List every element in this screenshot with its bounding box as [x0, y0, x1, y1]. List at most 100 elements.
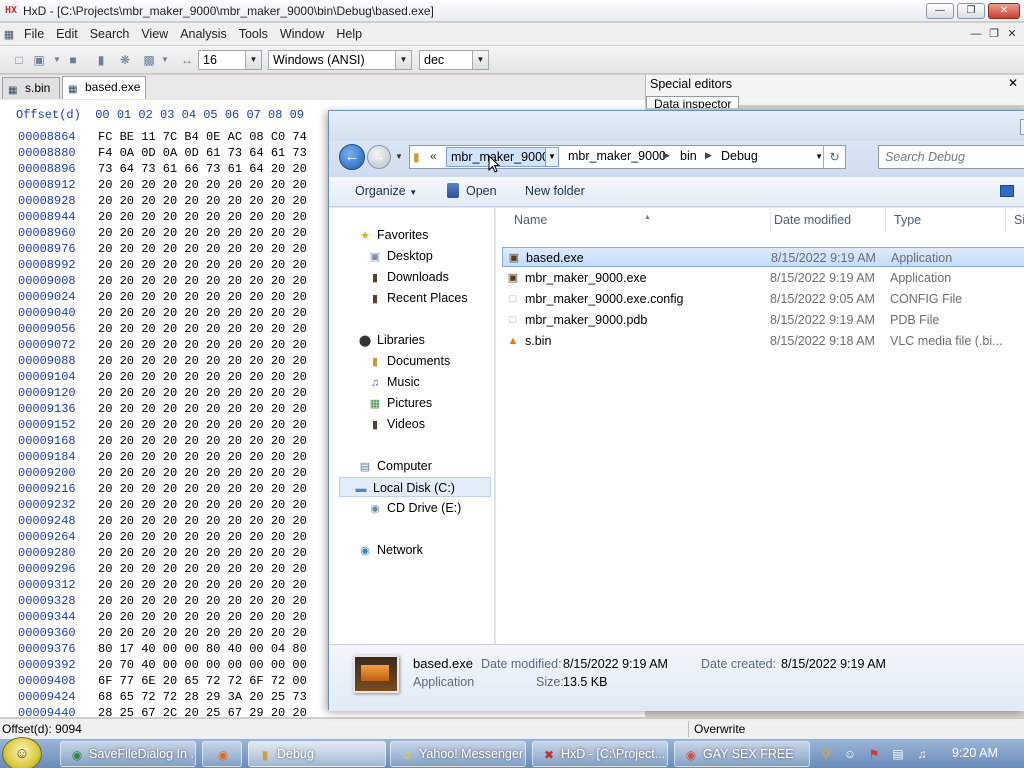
hex-row[interactable]: 00009376 80 17 40 00 00 80 40 00 04 80: [18, 641, 307, 657]
forward-arrow-icon[interactable]: →: [367, 145, 391, 169]
hex-row-bytes[interactable]: 20 20 20 20 20 20 20 20 20 20: [98, 226, 307, 240]
hex-row[interactable]: 00009088 20 20 20 20 20 20 20 20 20 20: [18, 353, 307, 369]
tray-chat-icon[interactable]: ☺: [842, 746, 858, 762]
hex-row-bytes[interactable]: 6F 77 6E 20 65 72 72 6F 72 00: [98, 674, 307, 688]
hex-row[interactable]: 00009008 20 20 20 20 20 20 20 20 20 20: [18, 273, 307, 289]
column-header-size[interactable]: Si: [1006, 208, 1024, 232]
hex-row-bytes[interactable]: 20 20 20 20 20 20 20 20 20 20: [98, 322, 307, 336]
menu-analysis[interactable]: Analysis: [174, 27, 233, 41]
menu-file[interactable]: File: [18, 27, 50, 41]
back-arrow-icon[interactable]: ←: [339, 144, 365, 170]
hex-row-bytes[interactable]: 20 20 20 20 20 20 20 20 20 20: [98, 434, 307, 448]
nav-downloads[interactable]: ▮ Downloads: [367, 267, 449, 287]
hex-row-bytes[interactable]: FC BE 11 7C B4 0E AC 08 C0 74: [98, 130, 307, 144]
copy-icon[interactable]: ❋: [116, 51, 134, 69]
open-button[interactable]: Open: [466, 184, 497, 198]
column-header-type[interactable]: Type: [886, 208, 1006, 232]
hex-row-bytes[interactable]: 20 70 40 00 00 00 00 00 00 00: [98, 658, 307, 672]
hex-row-bytes[interactable]: 20 20 20 20 20 20 20 20 20 20: [98, 482, 307, 496]
search-input[interactable]: Search Debug: [878, 145, 1024, 169]
hex-row[interactable]: 00009184 20 20 20 20 20 20 20 20 20 20: [18, 449, 307, 465]
hex-row-bytes[interactable]: 20 20 20 20 20 20 20 20 20 20: [98, 242, 307, 256]
breadcrumb-debug[interactable]: Debug: [721, 149, 758, 163]
hex-row-bytes[interactable]: 20 20 20 20 20 20 20 20 20 20: [98, 258, 307, 272]
hex-row[interactable]: 00009424 68 65 72 72 28 29 3A 20 25 73: [18, 689, 307, 705]
hex-row-bytes[interactable]: 20 20 20 20 20 20 20 20 20 20: [98, 386, 307, 400]
hex-row[interactable]: 00009232 20 20 20 20 20 20 20 20 20 20: [18, 497, 307, 513]
hex-row[interactable]: 00008880 F4 0A 0D 0A 0D 61 73 64 61 73: [18, 145, 307, 161]
nav-libraries[interactable]: ⬤ Libraries: [357, 330, 425, 350]
hex-row-bytes[interactable]: 20 20 20 20 20 20 20 20 20 20: [98, 338, 307, 352]
menu-window[interactable]: Window: [274, 27, 330, 41]
hex-row-bytes[interactable]: 20 20 20 20 20 20 20 20 20 20: [98, 594, 307, 608]
address-bar[interactable]: ▮ « mbr_maker_9000 ▼ mbr_maker_9000 ▶ bi…: [409, 145, 846, 169]
file-row[interactable]: ▣ based.exe 8/15/2022 9:19 AM Applicatio…: [502, 247, 1024, 267]
hex-row-bytes[interactable]: 20 20 20 20 20 20 20 20 20 20: [98, 546, 307, 560]
taskbar-item-debug-folder[interactable]: ▮ Debug: [248, 741, 386, 767]
hex-row-bytes[interactable]: 20 20 20 20 20 20 20 20 20 20: [98, 578, 307, 592]
hex-row[interactable]: 00008864 FC BE 11 7C B4 0E AC 08 C0 74: [18, 129, 307, 145]
hex-row[interactable]: 00009200 20 20 20 20 20 20 20 20 20 20: [18, 465, 307, 481]
organize-button[interactable]: Organize ▼: [355, 184, 417, 198]
hex-row-bytes[interactable]: 20 20 20 20 20 20 20 20 20 20: [98, 498, 307, 512]
nav-desktop[interactable]: ▣ Desktop: [367, 246, 433, 266]
file-row[interactable]: ▣ mbr_maker_9000.exe 8/15/2022 9:19 AM A…: [502, 268, 1024, 288]
breadcrumb-mbr-maker[interactable]: mbr_maker_9000: [568, 149, 666, 163]
nav-recent-places[interactable]: ▮ Recent Places: [367, 288, 468, 308]
hex-row[interactable]: 00009344 20 20 20 20 20 20 20 20 20 20: [18, 609, 307, 625]
maximize-button[interactable]: ❐: [957, 3, 985, 19]
menu-search[interactable]: Search: [84, 27, 136, 41]
taskbar-item-savefiledialog[interactable]: ◉ SaveFileDialog In ...: [60, 741, 196, 767]
hex-row-bytes[interactable]: 20 20 20 20 20 20 20 20 20 20: [98, 210, 307, 224]
cut-icon[interactable]: ▮: [92, 51, 110, 69]
hex-row-bytes[interactable]: 68 65 72 72 28 29 3A 20 25 73: [98, 690, 307, 704]
new-folder-button[interactable]: New folder: [525, 184, 585, 198]
hex-row-bytes[interactable]: 20 20 20 20 20 20 20 20 20 20: [98, 178, 307, 192]
new-file-icon[interactable]: □: [10, 51, 28, 69]
hex-row[interactable]: 00009296 20 20 20 20 20 20 20 20 20 20: [18, 561, 307, 577]
column-header-name[interactable]: Name ▲: [506, 208, 771, 232]
bytes-per-row-select[interactable]: 16 ▼: [198, 50, 262, 70]
hxd-app-icon[interactable]: HX: [3, 3, 19, 19]
history-dropdown-icon[interactable]: ▼: [395, 152, 403, 161]
nav-videos[interactable]: ▮ Videos: [367, 414, 425, 434]
hxd-title-bar[interactable]: HX HxD - [C:\Projects\mbr_maker_9000\mbr…: [0, 0, 1024, 22]
mdi-restore-button[interactable]: ❐: [986, 27, 1002, 41]
menu-help[interactable]: Help: [330, 27, 368, 41]
chevron-down-icon[interactable]: ▼: [245, 51, 261, 69]
chevron-right-icon[interactable]: ▶: [663, 150, 670, 161]
offset-base-select[interactable]: dec ▼: [419, 50, 489, 70]
hex-row[interactable]: 00009040 20 20 20 20 20 20 20 20 20 20: [18, 305, 307, 321]
mdi-close-button[interactable]: ✕: [1004, 27, 1020, 41]
file-row[interactable]: □ mbr_maker_9000.exe.config 8/15/2022 9:…: [502, 289, 1024, 309]
start-button[interactable]: ☺: [2, 737, 42, 768]
hex-row[interactable]: 00009440 28 25 67 2C 20 25 67 29 20 20: [18, 705, 307, 717]
hex-row[interactable]: 00009248 20 20 20 20 20 20 20 20 20 20: [18, 513, 307, 529]
hex-row[interactable]: 00008944 20 20 20 20 20 20 20 20 20 20: [18, 209, 307, 225]
hex-row[interactable]: 00008992 20 20 20 20 20 20 20 20 20 20: [18, 257, 307, 273]
hex-row[interactable]: 00009024 20 20 20 20 20 20 20 20 20 20: [18, 289, 307, 305]
charset-select[interactable]: Windows (ANSI) ▼: [268, 50, 412, 70]
menu-edit[interactable]: Edit: [50, 27, 84, 41]
search-icon[interactable]: ⚲: [818, 746, 834, 762]
hex-row[interactable]: 00008928 20 20 20 20 20 20 20 20 20 20: [18, 193, 307, 209]
hex-row[interactable]: 00009152 20 20 20 20 20 20 20 20 20 20: [18, 417, 307, 433]
network-tray-icon[interactable]: ▤: [890, 746, 906, 762]
chevron-down-icon[interactable]: ▼: [472, 51, 488, 69]
address-dropdown-icon[interactable]: ▼: [815, 152, 823, 161]
mdi-minimize-button[interactable]: —: [968, 27, 984, 41]
nav-network[interactable]: ◉ Network: [357, 540, 423, 560]
hex-row[interactable]: 00008960 20 20 20 20 20 20 20 20 20 20: [18, 225, 307, 241]
close-button[interactable]: ✕: [988, 3, 1020, 19]
hex-row-bytes[interactable]: 20 20 20 20 20 20 20 20 20 20: [98, 450, 307, 464]
hex-row[interactable]: 00009328 20 20 20 20 20 20 20 20 20 20: [18, 593, 307, 609]
hex-row[interactable]: 00008896 73 64 73 61 66 73 61 64 20 20: [18, 161, 307, 177]
nav-cd-drive[interactable]: ◉ CD Drive (E:): [367, 498, 461, 518]
hex-row[interactable]: 00009312 20 20 20 20 20 20 20 20 20 20: [18, 577, 307, 593]
hex-row[interactable]: 00009360 20 20 20 20 20 20 20 20 20 20: [18, 625, 307, 641]
status-edit-mode[interactable]: Overwrite: [694, 722, 745, 736]
hex-row[interactable]: 00009264 20 20 20 20 20 20 20 20 20 20: [18, 529, 307, 545]
nav-music[interactable]: ♫ Music: [367, 372, 420, 392]
hex-row-bytes[interactable]: 20 20 20 20 20 20 20 20 20 20: [98, 626, 307, 640]
document-icon[interactable]: ▦: [0, 28, 18, 41]
